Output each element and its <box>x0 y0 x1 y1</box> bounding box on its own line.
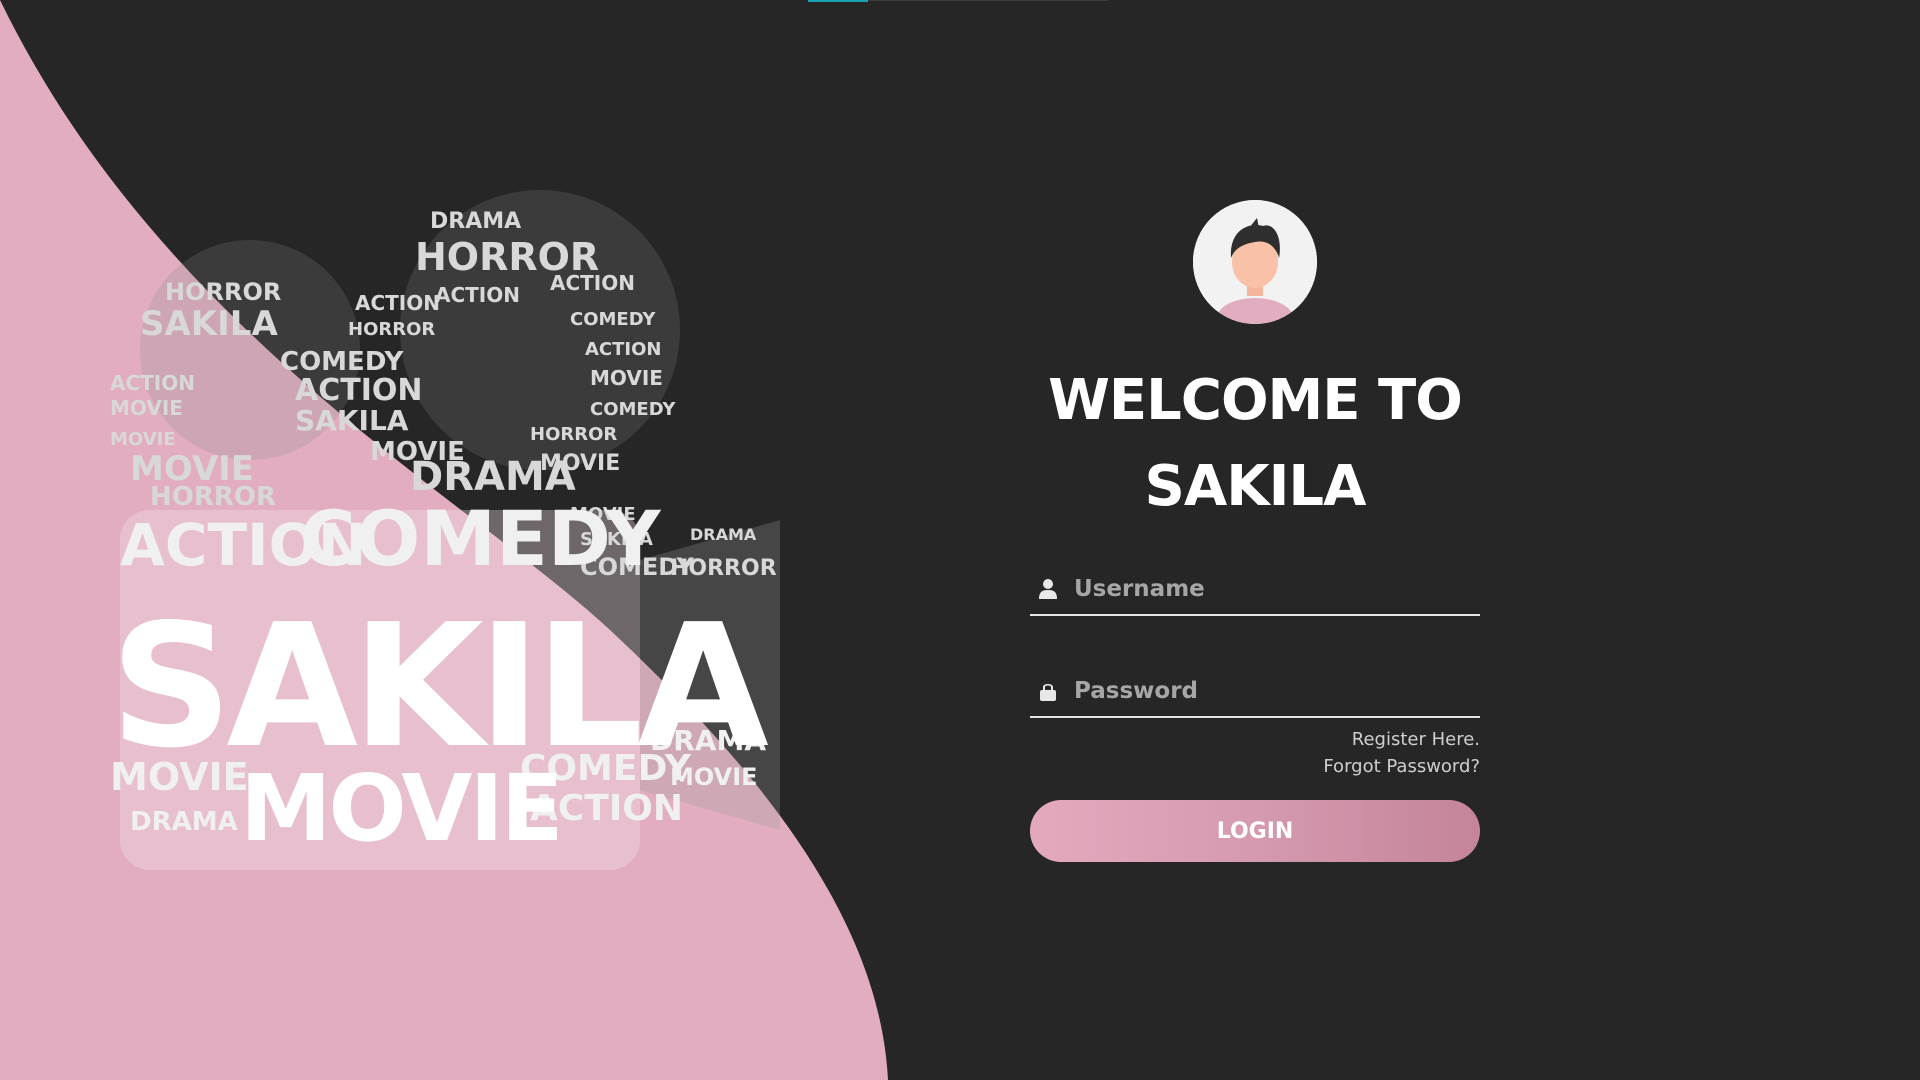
cloud-word: HORROR <box>670 556 777 581</box>
cloud-word: DRAMA <box>130 807 238 837</box>
cloud-word: ACTION <box>110 371 195 395</box>
user-icon <box>1038 579 1058 599</box>
password-field[interactable] <box>1030 666 1480 718</box>
username-field[interactable] <box>1030 564 1480 616</box>
cloud-word: COMEDY <box>570 309 656 330</box>
cloud-word: HORROR <box>348 319 435 340</box>
top-divider-line <box>868 0 1108 1</box>
welcome-title-line2: SAKILA <box>1144 454 1367 519</box>
cloud-word: MOVIE <box>540 451 620 476</box>
cloud-word: DRAMA <box>690 525 757 544</box>
cloud-word: DRAMA <box>430 209 521 234</box>
register-link[interactable]: Register Here. <box>1030 726 1480 753</box>
cloud-word: MOVIE <box>590 366 663 390</box>
cloud-word: ACTION <box>355 291 440 315</box>
cloud-word: SAKILA <box>295 404 409 437</box>
login-panel: WELCOME TO SAKILA Register Here. Forgot … <box>1030 200 1480 862</box>
lock-icon <box>1038 681 1058 701</box>
cloud-word: HORROR <box>165 278 281 306</box>
cloud-word: ACTION <box>295 373 422 408</box>
cloud-word: MOVIE <box>110 429 176 450</box>
welcome-title: WELCOME TO SAKILA <box>1048 358 1463 530</box>
user-avatar-icon <box>1193 200 1317 324</box>
sakila-wordcloud-logo: DRAMA HORROR ACTION ACTION COMEDY ACTION… <box>110 190 790 870</box>
username-input[interactable] <box>1074 569 1480 609</box>
cloud-word: HORROR <box>530 424 617 445</box>
cloud-word: ACTION <box>550 271 635 295</box>
cloud-word: MOVIE <box>110 396 183 420</box>
cloud-word: SAKILA <box>140 304 278 344</box>
welcome-title-line1: WELCOME TO <box>1048 368 1463 433</box>
auth-links: Register Here. Forgot Password? <box>1030 726 1480 780</box>
logo-secondary-word: MOVIE <box>240 755 561 862</box>
cloud-word: HORROR <box>150 482 276 512</box>
login-button[interactable]: LOGIN <box>1030 800 1480 862</box>
password-input[interactable] <box>1074 671 1480 711</box>
cloud-word: ACTION <box>585 339 661 360</box>
cloud-word: COMEDY <box>590 399 676 420</box>
cloud-word: ACTION <box>435 283 520 307</box>
cloud-word: COMEDY <box>300 494 661 583</box>
forgot-password-link[interactable]: Forgot Password? <box>1030 753 1480 780</box>
